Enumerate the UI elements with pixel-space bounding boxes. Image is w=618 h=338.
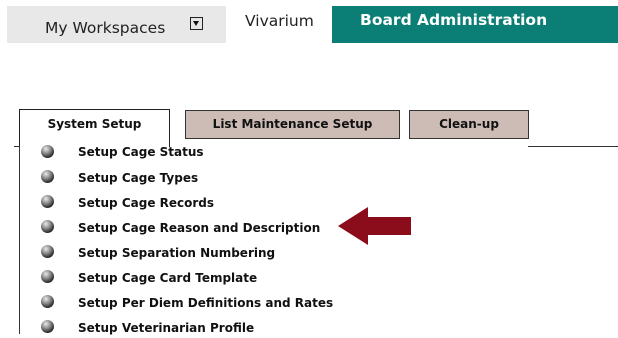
vivarium-tab[interactable]: Vivarium (245, 12, 314, 30)
my-workspaces-tab[interactable]: My Workspaces (7, 6, 226, 43)
bullet-icon (41, 270, 54, 283)
bullet-icon (41, 170, 54, 183)
board-administration-label: Board Administration (360, 11, 548, 29)
top-navigation-bar: My Workspaces Vivarium Board Administrat… (0, 0, 618, 44)
content-left-border (19, 146, 20, 334)
setup-link[interactable]: Setup Separation Numbering (78, 246, 275, 260)
bullet-icon (41, 320, 54, 333)
tab-system-setup[interactable]: System Setup (19, 109, 170, 147)
bullet-icon (41, 295, 54, 308)
board-administration-tab[interactable]: Board Administration (332, 6, 618, 43)
bullet-icon (41, 220, 54, 233)
setup-link[interactable]: Setup Veterinarian Profile (78, 321, 254, 335)
chevron-down-icon[interactable] (190, 17, 203, 30)
bullet-icon (41, 245, 54, 258)
tab-list-maintenance-setup[interactable]: List Maintenance Setup (185, 110, 400, 139)
tab-clean-up[interactable]: Clean-up (409, 110, 529, 139)
setup-link[interactable]: Setup Cage Status (78, 145, 204, 159)
my-workspaces-label: My Workspaces (45, 19, 166, 37)
setup-link[interactable]: Setup Cage Types (78, 171, 198, 185)
arrow-left-icon (338, 207, 411, 245)
bullet-icon (41, 145, 54, 158)
bullet-icon (41, 195, 54, 208)
tab-baseline-right (528, 146, 618, 147)
setup-link[interactable]: Setup Cage Records (78, 196, 214, 210)
setup-link[interactable]: Setup Per Diem Definitions and Rates (78, 296, 333, 310)
setup-link[interactable]: Setup Cage Card Template (78, 271, 257, 285)
setup-link[interactable]: Setup Cage Reason and Description (78, 221, 320, 235)
